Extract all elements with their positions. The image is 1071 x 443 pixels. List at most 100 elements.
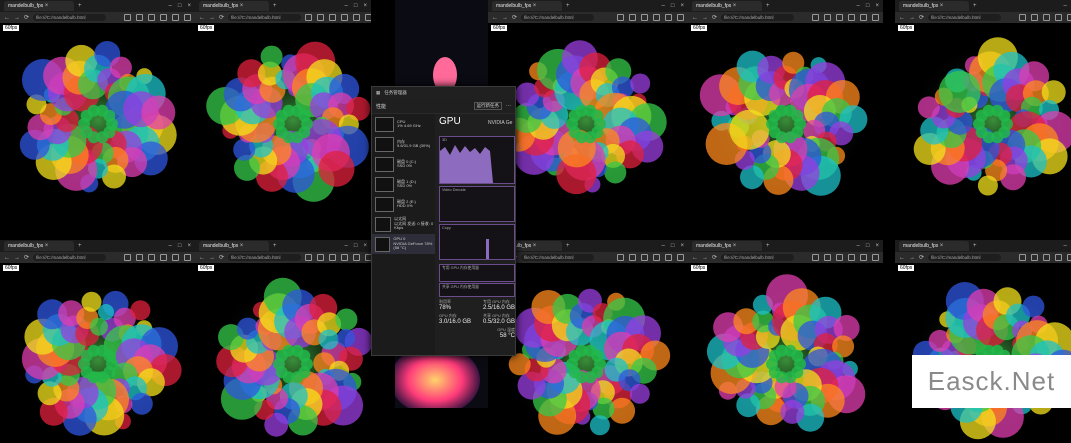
tab-close-icon[interactable]: × (533, 3, 537, 9)
browser-window[interactable]: mandelbulb_fps × + –□ × ← → ⟳ file:///C:/mandel… (488, 0, 688, 203)
extension-icon[interactable] (160, 14, 167, 21)
browser-tab[interactable]: mandelbulb_fps × (492, 1, 562, 11)
extension-icon[interactable] (1043, 254, 1050, 261)
browser-tab[interactable]: mandelbulb_fps × (199, 241, 269, 251)
forward-icon[interactable]: → (14, 255, 20, 261)
url-field[interactable]: file:///C:/mandelbulb.html (928, 14, 1002, 21)
reload-icon[interactable]: ⟳ (219, 254, 224, 261)
extension-icon[interactable] (317, 14, 325, 21)
minimize-icon[interactable]: – (169, 243, 172, 249)
browser-tab[interactable]: mandelbulb_fps × (899, 241, 969, 251)
extension-icon[interactable] (641, 14, 648, 21)
extension-icon[interactable] (872, 254, 879, 261)
extension-icon[interactable] (305, 14, 313, 21)
extension-icon[interactable] (824, 254, 831, 261)
extension-icon[interactable] (641, 254, 648, 261)
back-icon[interactable]: ← (899, 255, 905, 261)
extension-icon[interactable] (653, 14, 660, 21)
extension-icon[interactable] (184, 254, 191, 261)
sidebar-item--2-e-[interactable]: 磁盘 2 (E:) HDD 0% (372, 194, 435, 214)
forward-icon[interactable]: → (702, 15, 708, 21)
browser-window[interactable]: mandelbulb_fps × + –□ × ← → ⟳ file:///C:/mandel… (688, 0, 883, 203)
minimize-icon[interactable]: – (662, 3, 665, 9)
close-icon[interactable]: × (363, 243, 367, 249)
extension-icon[interactable] (1055, 254, 1062, 261)
extension-icon[interactable] (136, 14, 143, 21)
back-icon[interactable]: ← (492, 15, 498, 21)
back-icon[interactable]: ← (692, 255, 698, 261)
url-field[interactable]: file:///C:/mandelbulb.html (33, 14, 107, 21)
tab-close-icon[interactable]: × (533, 243, 537, 249)
tab-close-icon[interactable]: × (45, 3, 49, 9)
reload-icon[interactable]: ⟳ (24, 254, 29, 261)
reload-icon[interactable]: ⟳ (712, 14, 717, 21)
url-field[interactable]: file:///C:/mandelbulb.html (721, 254, 795, 261)
extension-icon[interactable] (629, 254, 636, 261)
forward-icon[interactable]: → (209, 15, 215, 21)
sidebar-item-gpu-0[interactable]: GPU 0 NVIDIA GeForce 78% (58 °C) (372, 234, 435, 254)
new-tab-icon[interactable]: + (78, 241, 82, 251)
new-tab-icon[interactable]: + (766, 1, 770, 11)
minimize-icon[interactable]: – (857, 3, 860, 9)
close-icon[interactable]: × (875, 243, 879, 249)
extension-icon[interactable] (872, 14, 879, 21)
tab-close-icon[interactable]: × (940, 243, 944, 249)
task-manager-window[interactable]: ▦ 任务管理器 性能 运行新任务 ⋯ CPU 1% 4.69 GHz 内存 9.6/3… (371, 86, 516, 356)
browser-tab[interactable]: mandelbulb_fps × (692, 241, 762, 251)
url-field[interactable]: file:///C:/mandelbulb.html (33, 254, 107, 261)
back-icon[interactable]: ← (199, 15, 205, 21)
minimize-icon[interactable]: – (662, 243, 665, 249)
extension-icon[interactable] (1031, 14, 1038, 21)
extension-icon[interactable] (812, 254, 819, 261)
sidebar-item--[interactable]: 以太网 以太网 发送: 0 接收: 0 Kbps (372, 214, 435, 234)
forward-icon[interactable]: → (14, 15, 20, 21)
extension-icon[interactable] (677, 254, 684, 261)
reload-icon[interactable]: ⟳ (919, 254, 924, 261)
forward-icon[interactable]: → (909, 15, 915, 21)
sidebar-item--1-d-[interactable]: 磁盘 1 (D:) SSD 0% (372, 174, 435, 194)
sidebar-item--0-c-[interactable]: 磁盘 0 (C:) SSD 0% (372, 154, 435, 174)
back-icon[interactable]: ← (4, 255, 10, 261)
run-new-task-button[interactable]: 运行新任务 (473, 102, 502, 110)
extension-icon[interactable] (329, 14, 337, 21)
extension-icon[interactable] (1067, 14, 1071, 21)
browser-window[interactable]: mandelbulb_fps × + –□ × ← → ⟳ file:///C:/mandel… (195, 240, 371, 443)
forward-icon[interactable]: → (209, 255, 215, 261)
tab-close-icon[interactable]: × (940, 3, 944, 9)
extension-icon[interactable] (353, 14, 361, 21)
extension-icon[interactable] (365, 14, 371, 21)
extension-icon[interactable] (665, 254, 672, 261)
minimize-icon[interactable]: – (1064, 3, 1067, 9)
extension-icon[interactable] (329, 254, 337, 261)
extension-icon[interactable] (136, 254, 143, 261)
new-tab-icon[interactable]: + (766, 241, 770, 251)
browser-window[interactable]: mandelbulb_fps × + –□ × ← → ⟳ file:///C:/mandel… (688, 240, 883, 443)
tab-close-icon[interactable]: × (240, 243, 244, 249)
forward-icon[interactable]: → (702, 255, 708, 261)
extension-icon[interactable] (341, 14, 349, 21)
tab-close-icon[interactable]: × (733, 243, 737, 249)
maximize-icon[interactable]: □ (866, 243, 870, 249)
sidebar-item-cpu[interactable]: CPU 1% 4.69 GHz (372, 114, 435, 134)
minimize-icon[interactable]: – (857, 243, 860, 249)
reload-icon[interactable]: ⟳ (712, 254, 717, 261)
extension-icon[interactable] (653, 254, 660, 261)
browser-window[interactable]: mandelbulb_fps × + –□ × ← → ⟳ file:///C:/mandel… (195, 0, 371, 203)
extension-icon[interactable] (148, 254, 155, 261)
url-field[interactable]: file:///C:/mandelbulb.html (721, 14, 795, 21)
close-icon[interactable]: × (187, 243, 191, 249)
browser-tab[interactable]: mandelbulb_fps × (4, 241, 74, 251)
extension-icon[interactable] (172, 14, 179, 21)
reload-icon[interactable]: ⟳ (219, 14, 224, 21)
browser-tab[interactable]: mandelbulb_fps × (899, 1, 969, 11)
new-tab-icon[interactable]: + (973, 241, 977, 251)
extension-icon[interactable] (124, 14, 131, 21)
minimize-icon[interactable]: – (1064, 243, 1067, 249)
back-icon[interactable]: ← (4, 15, 10, 21)
extension-icon[interactable] (617, 14, 624, 21)
url-field[interactable]: file:///C:/mandelbulb.html (228, 14, 302, 21)
extension-icon[interactable] (1043, 14, 1050, 21)
extension-icon[interactable] (629, 14, 636, 21)
tab-close-icon[interactable]: × (240, 3, 244, 9)
back-icon[interactable]: ← (692, 15, 698, 21)
